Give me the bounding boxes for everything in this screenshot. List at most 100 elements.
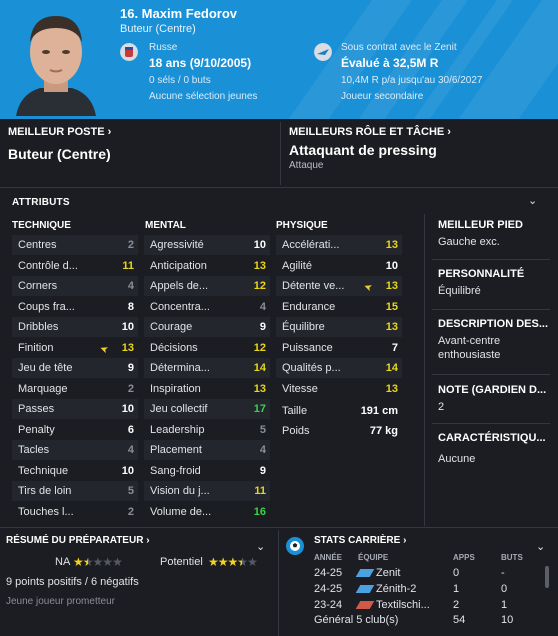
mental-title: MENTAL [145, 220, 186, 231]
col-team: ÉQUIPE [358, 553, 389, 562]
attribute-label: Endurance [282, 300, 336, 313]
career-team[interactable]: Zénith-2 [355, 583, 417, 595]
career-apps: 0 [453, 567, 460, 579]
attribute-row[interactable]: Placement 4 [144, 440, 270, 460]
attribute-label: Passes [18, 403, 55, 415]
attribute-row[interactable]: Finition ➤ 13 [12, 338, 138, 358]
attribute-row[interactable]: Jeu collectif 17 [144, 399, 270, 419]
attribute-row[interactable]: Accélérati... 13 [276, 235, 402, 255]
attribute-value: 4 [259, 444, 266, 456]
career-total-goals: 10 [501, 614, 514, 626]
col-year: ANNÉE [314, 553, 343, 562]
attribute-row[interactable]: Vitesse 13 [276, 379, 402, 399]
collapse-chevron-icon[interactable]: ⌄ [528, 194, 537, 207]
career-collapse-icon[interactable]: ⌄ [536, 540, 545, 553]
attribute-row[interactable]: Qualités p... 14 [276, 358, 402, 378]
attribute-row[interactable]: Appels de... 12 [144, 276, 270, 296]
attribute-row[interactable]: Tacles 4 [12, 440, 138, 460]
attribute-row[interactable]: Agressivité 10 [144, 235, 270, 255]
attribute-row[interactable]: Inspiration 13 [144, 379, 270, 399]
attribute-label: Vision du j... [150, 485, 210, 497]
attribute-row[interactable]: Endurance 15 [276, 297, 402, 317]
attribute-value: 11 [122, 259, 134, 272]
attribute-row[interactable]: Centres 2 [12, 235, 138, 255]
attribute-row[interactable]: Corners 4 [12, 276, 138, 296]
player-header: 16. Maxim Fedorov Buteur (Centre) Russe … [0, 0, 558, 119]
chevron-right-icon: › [107, 126, 112, 138]
attribute-value: 13 [121, 341, 134, 354]
attribute-row[interactable]: Passes 10 [12, 399, 138, 419]
attribute-row[interactable]: Technique 10 [12, 461, 138, 481]
attribute-row[interactable]: Coups fra... 8 [12, 297, 138, 317]
career-team-name: Zénith-2 [376, 583, 417, 595]
career-year: 24-25 [314, 567, 343, 579]
attribute-row[interactable]: Dribbles 10 [12, 317, 138, 337]
attribute-value: 15 [385, 300, 398, 313]
attribute-row[interactable]: Volume de... 16 [144, 502, 270, 522]
attribute-row[interactable]: Anticipation 13 [144, 256, 270, 276]
attribute-value: 12 [253, 280, 266, 292]
club-logo-icon [355, 569, 375, 578]
attribute-value: 5 [259, 423, 266, 436]
career-goals: - [501, 567, 505, 579]
attribute-value: 6 [127, 423, 134, 436]
weight-row: Poids 77 kg [282, 425, 398, 437]
current-ability-stars: ★★★★★ [73, 555, 123, 569]
star-icon: ★ [92, 555, 104, 569]
club-logo-icon [355, 585, 375, 594]
attribute-row[interactable]: Jeu de tête 9 [12, 358, 138, 378]
physical-title: PHYSIQUE [276, 220, 328, 231]
attribute-label: Tirs de loin [18, 485, 72, 497]
attribute-value: 10 [121, 403, 134, 415]
attribute-label: Technique [18, 464, 69, 477]
attribute-row[interactable]: Vision du j... 11 [144, 481, 270, 501]
key-attribute-icon: ➤ [361, 279, 374, 294]
best-position-title[interactable]: MEILLEUR POSTE › [8, 126, 111, 138]
potential-label: Potentiel [160, 556, 203, 568]
career-scrollbar[interactable] [545, 566, 549, 588]
attribute-row[interactable]: Concentra... 4 [144, 297, 270, 317]
attribute-row[interactable]: Leadership 5 [144, 420, 270, 440]
attribute-value: 13 [385, 321, 398, 333]
attribute-value: 5 [127, 485, 134, 497]
goalkeeper-rating: NOTE (GARDIEN D... 2 [438, 384, 547, 413]
attribute-row[interactable]: Agilité 10 [276, 256, 402, 276]
career-total-label: Général 5 club(s) [314, 614, 399, 626]
attribute-value: 10 [121, 321, 134, 333]
attribute-row[interactable]: Marquage 2 [12, 379, 138, 399]
coach-report-title[interactable]: RÉSUMÉ DU PRÉPARATEUR › [6, 535, 150, 546]
player-value: Évalué à 32,5M R [341, 56, 439, 70]
attribute-row[interactable]: Touches l... 2 [12, 502, 138, 522]
coach-collapse-icon[interactable]: ⌄ [256, 540, 265, 553]
attribute-row[interactable]: Contrôle d... 11 [12, 256, 138, 276]
attribute-value: 13 [385, 382, 398, 395]
career-total-apps: 54 [453, 614, 466, 626]
attribute-value: 14 [385, 362, 398, 374]
attribute-row[interactable]: Courage 9 [144, 317, 270, 337]
attribute-row[interactable]: Décisions 12 [144, 338, 270, 358]
star-icon: ★ [237, 555, 248, 569]
chevron-right-icon: › [403, 535, 407, 546]
attribute-row[interactable]: Puissance 7 [276, 338, 402, 358]
star-icon: ★ [73, 555, 84, 569]
attribute-row[interactable]: Équilibre 13 [276, 317, 402, 337]
player-position: Buteur (Centre) [120, 23, 196, 35]
star-icon: ★ [102, 555, 113, 569]
star-icon: ★ [82, 555, 94, 569]
best-role-title[interactable]: MEILLEURS RÔLE ET TÂCHE › [289, 126, 451, 138]
attribute-label: Qualités p... [282, 362, 341, 374]
attribute-row[interactable]: Tirs de loin 5 [12, 481, 138, 501]
attribute-row[interactable]: Détente ve... ➤ 13 [276, 276, 402, 296]
attribute-label: Jeu collectif [150, 403, 208, 415]
career-stats-title[interactable]: STATS CARRIÈRE › [314, 535, 406, 546]
attribute-row[interactable]: Penalty 6 [12, 420, 138, 440]
attribute-value: 2 [127, 239, 134, 251]
attribute-row[interactable]: Sang-froid 9 [144, 461, 270, 481]
attribute-row[interactable]: Détermina... 14 [144, 358, 270, 378]
career-team[interactable]: Textilschi... [355, 599, 430, 611]
career-year: 23-24 [314, 599, 343, 611]
star-icon: ★ [227, 555, 239, 569]
career-team[interactable]: Zenit [355, 567, 400, 579]
attribute-label: Volume de... [150, 505, 212, 518]
attribute-label: Jeu de tête [18, 362, 73, 374]
